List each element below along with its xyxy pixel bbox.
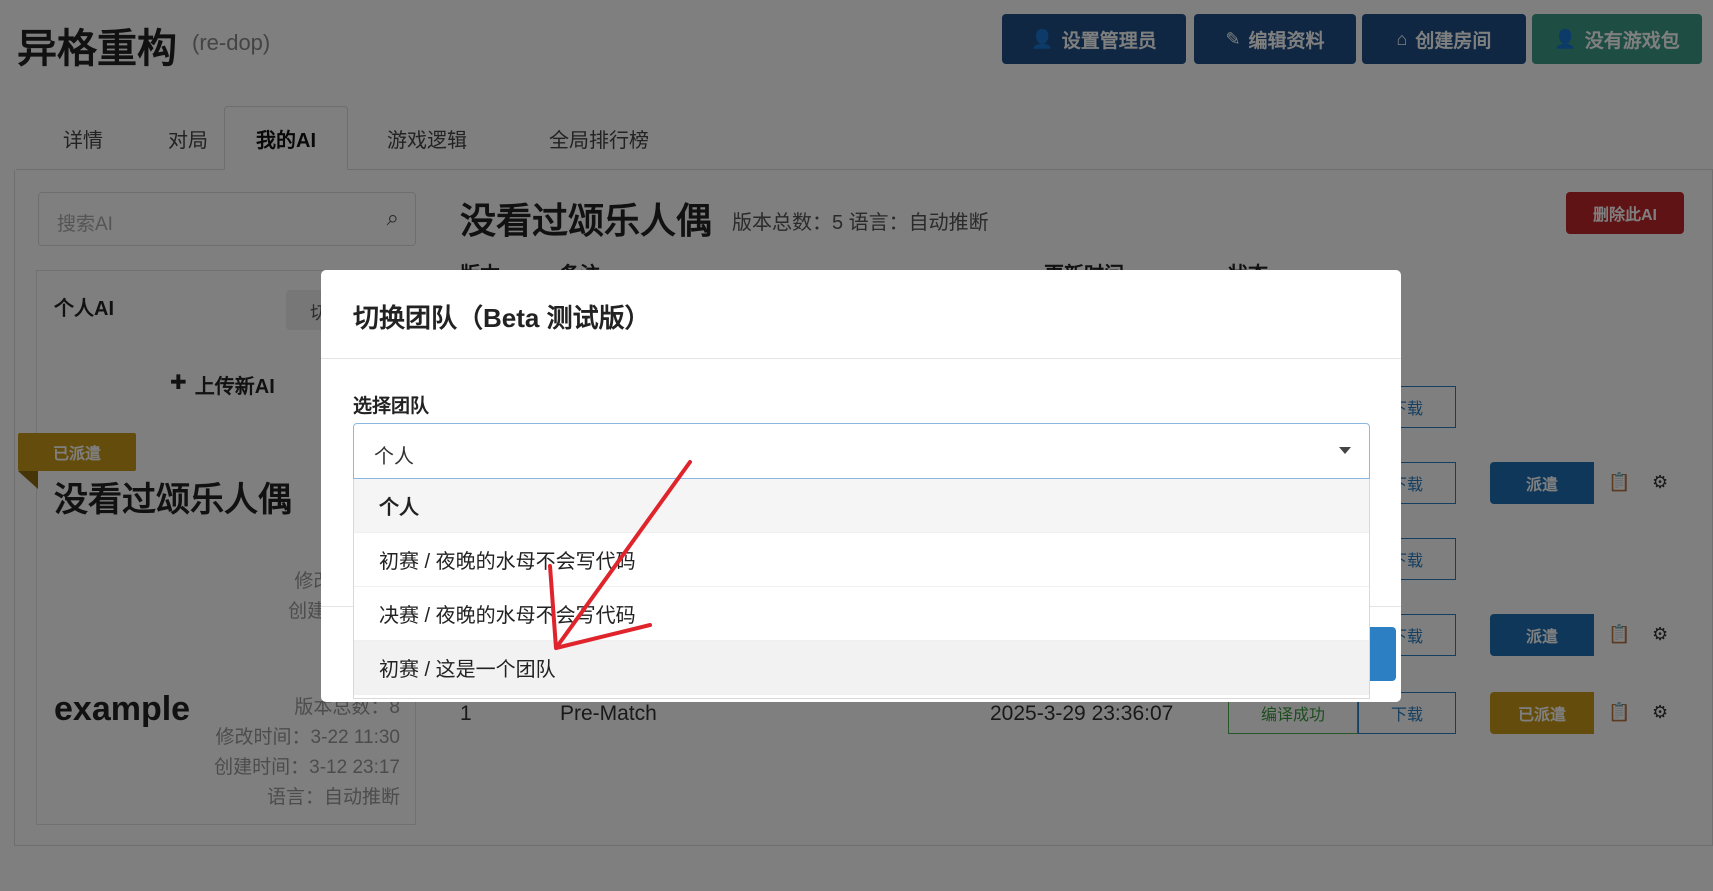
select-team-label: 选择团队 xyxy=(353,396,430,417)
team-option[interactable]: 初赛 / 夜晚的水母不会写代码 xyxy=(354,533,1369,587)
confirm-button[interactable] xyxy=(1370,627,1396,681)
footer-divider xyxy=(1370,606,1401,607)
modal-title: 切换团队（Beta 测试版） xyxy=(353,303,651,333)
switch-team-modal: 切换团队（Beta 测试版） 选择团队 个人 个人 初赛 / 夜晚的水母不会写代… xyxy=(321,270,1401,702)
team-option[interactable]: 决赛 / 夜晚的水母不会写代码 xyxy=(354,587,1369,641)
team-dropdown-list: 个人 初赛 / 夜晚的水母不会写代码 决赛 / 夜晚的水母不会写代码 初赛 / … xyxy=(353,479,1370,699)
modal-header: 切换团队（Beta 测试版） xyxy=(321,270,1401,359)
team-select-value: 个人 xyxy=(374,446,414,468)
team-option[interactable]: 初赛 / 这是一个团队 xyxy=(354,641,1369,695)
team-option[interactable]: 个人 xyxy=(354,479,1369,533)
footer-divider xyxy=(321,606,353,607)
caret-down-icon xyxy=(1339,447,1351,454)
team-select[interactable]: 个人 xyxy=(353,423,1370,479)
